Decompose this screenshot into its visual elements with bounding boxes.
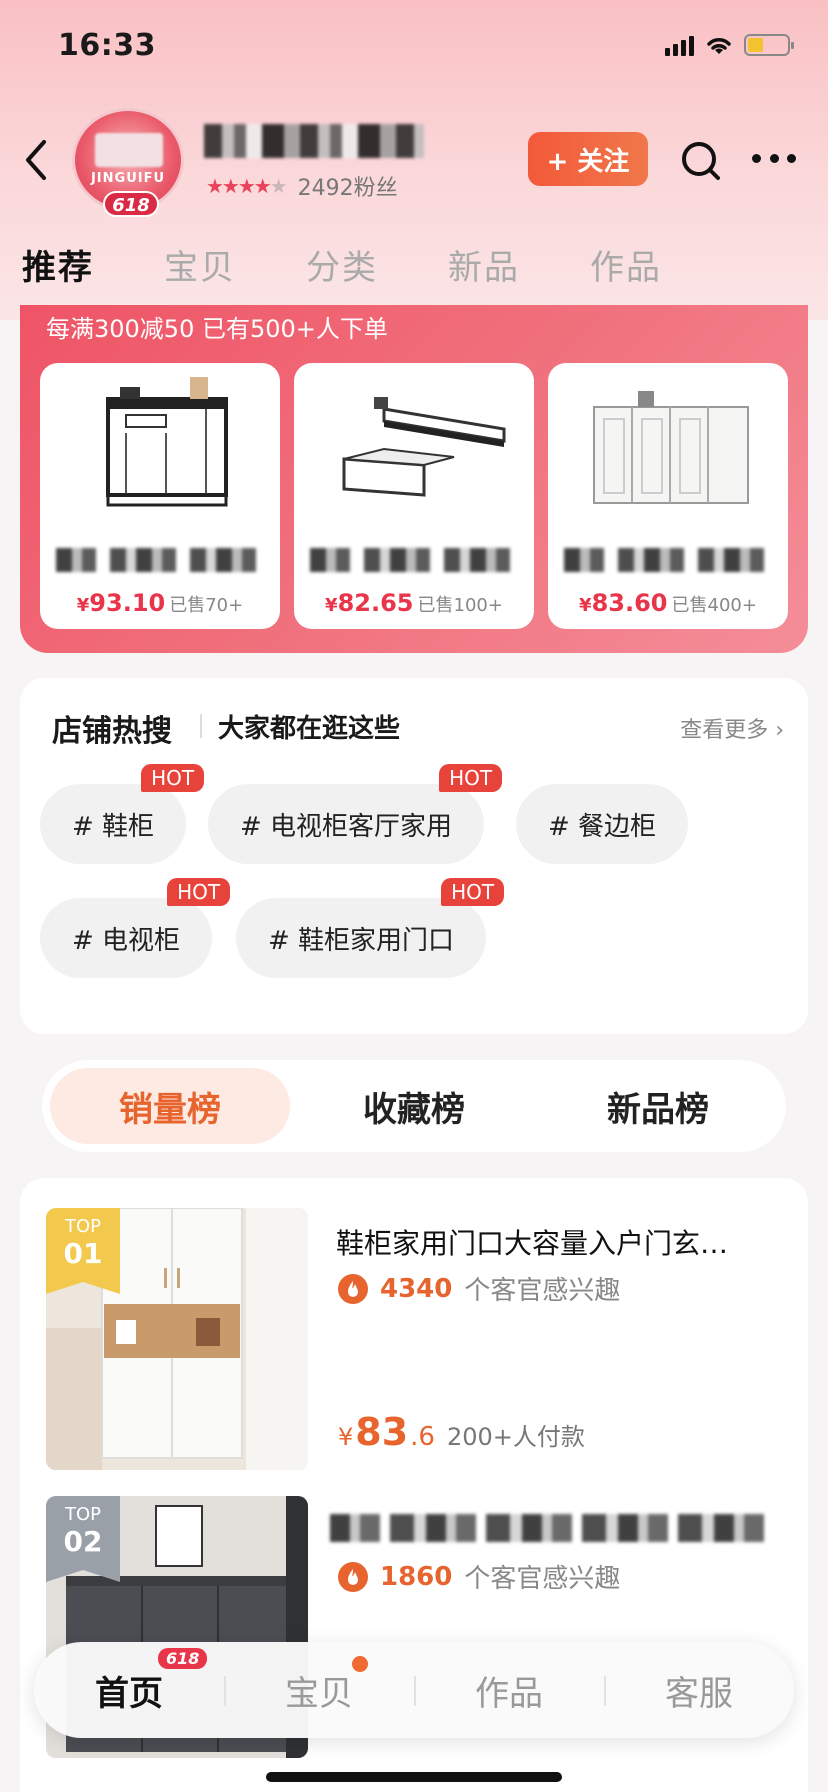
promo-items: ¥93.10 已售70+ ¥82.65 已售100+ ¥83.60 已售400+ bbox=[40, 363, 788, 629]
product-image: TOP 01 bbox=[46, 1208, 308, 1470]
hot-tag[interactable]: # 鞋柜家用门口 HOT bbox=[236, 878, 505, 978]
hot-badge: HOT bbox=[441, 878, 505, 906]
hot-search-subtitle: 大家都在逛这些 bbox=[218, 714, 401, 744]
shop-avatar[interactable]: JINGUIFU 618 bbox=[72, 108, 184, 217]
rank-badge: TOP 02 bbox=[46, 1496, 120, 1582]
hot-search-title: 店铺热搜 bbox=[52, 714, 172, 749]
avatar-logo-text: JINGUIFU bbox=[90, 171, 166, 186]
interest-row: 1860 个客官感兴趣 bbox=[338, 1558, 620, 1595]
promo-title: 每满300减50 已有500+人下单 bbox=[46, 315, 388, 343]
product-image-tv-stand bbox=[342, 397, 506, 497]
more-icon[interactable] bbox=[752, 154, 796, 166]
hot-tag[interactable]: # 电视柜客厅家用 HOT bbox=[208, 764, 503, 864]
avatar-logo-image bbox=[95, 133, 163, 167]
tab-items[interactable]: 宝贝 bbox=[164, 240, 236, 289]
product-image-sideboard bbox=[593, 391, 749, 504]
back-icon[interactable] bbox=[18, 130, 58, 190]
promo-item-price: ¥93.10 已售70+ bbox=[76, 589, 244, 617]
bottom-nav: 首页 618 宝贝 作品 客服 bbox=[34, 1642, 794, 1738]
tab-sales-rank[interactable]: 销量榜 bbox=[50, 1068, 290, 1144]
shop-rating-row: ★★★★★ 2492粉丝 bbox=[206, 170, 398, 202]
promo-item-name-redacted bbox=[56, 548, 260, 572]
home-indicator bbox=[266, 1772, 562, 1782]
tab-new[interactable]: 新品 bbox=[448, 240, 520, 289]
rating-stars: ★★★★★ bbox=[206, 174, 288, 198]
promo-item[interactable]: ¥93.10 已售70+ bbox=[40, 363, 280, 629]
bottom-nav-service[interactable]: 客服 bbox=[604, 1642, 794, 1738]
tab-favorites-rank[interactable]: 收藏榜 bbox=[294, 1068, 534, 1144]
promo-card: 每满300减50 已有500+人下单 ¥93.10 已售70+ ¥82.65 已… bbox=[20, 305, 808, 653]
hot-badge: HOT bbox=[167, 878, 231, 906]
promo-item-name-redacted bbox=[310, 548, 514, 572]
bottom-nav-618-badge: 618 bbox=[158, 1648, 208, 1669]
product-title-redacted bbox=[330, 1514, 770, 1542]
status-icons bbox=[665, 34, 794, 56]
tab-new-rank[interactable]: 新品榜 bbox=[538, 1068, 778, 1144]
hot-badge: HOT bbox=[141, 764, 205, 792]
search-icon[interactable] bbox=[680, 140, 722, 182]
shop-nav-tabs: 推荐 宝贝 分类 新品 作品 bbox=[22, 240, 662, 289]
see-more-link[interactable]: 查看更多 › bbox=[680, 712, 784, 744]
battery-icon bbox=[744, 34, 794, 56]
bottom-nav-items[interactable]: 宝贝 bbox=[224, 1642, 414, 1738]
product-title: 鞋柜家用门口大容量入户门玄… bbox=[336, 1227, 729, 1260]
hot-tag[interactable]: # 餐边柜 bbox=[516, 784, 689, 864]
interest-row: 4340 个客官感兴趣 bbox=[338, 1270, 620, 1307]
bottom-nav-works[interactable]: 作品 bbox=[414, 1642, 604, 1738]
notification-dot bbox=[352, 1656, 368, 1672]
fans-count: 2492粉丝 bbox=[297, 176, 398, 201]
fire-icon bbox=[338, 1561, 368, 1592]
hot-tag[interactable]: # 电视柜 HOT bbox=[40, 878, 231, 978]
promo-item-price: ¥82.65 已售100+ bbox=[325, 589, 503, 617]
wifi-icon bbox=[707, 38, 731, 54]
promo-item[interactable]: ¥83.60 已售400+ bbox=[548, 363, 788, 629]
fire-icon bbox=[338, 1273, 368, 1304]
hot-badge: HOT bbox=[439, 764, 503, 792]
tab-works[interactable]: 作品 bbox=[590, 240, 662, 289]
promo-item-name-redacted bbox=[564, 548, 768, 572]
divider bbox=[200, 714, 202, 738]
shop-name-redacted bbox=[204, 124, 424, 158]
rank-badge: TOP 01 bbox=[46, 1208, 120, 1294]
promo-item-price: ¥83.60 已售400+ bbox=[579, 589, 757, 617]
promo-item[interactable]: ¥82.65 已售100+ bbox=[294, 363, 534, 629]
ranking-tabs: 销量榜 收藏榜 新品榜 bbox=[42, 1060, 786, 1152]
product-price: ¥83.6 200+人付款 bbox=[338, 1410, 585, 1454]
signal-icon bbox=[665, 34, 694, 56]
avatar-618-badge: 618 bbox=[103, 191, 159, 217]
tab-recommend[interactable]: 推荐 bbox=[22, 240, 94, 289]
product-image-cabinet bbox=[106, 377, 228, 507]
follow-button[interactable]: + 关注 bbox=[528, 132, 648, 186]
hot-tag[interactable]: # 鞋柜 HOT bbox=[40, 764, 205, 864]
tab-category[interactable]: 分类 bbox=[306, 240, 378, 289]
hot-search-card: 店铺热搜 大家都在逛这些 查看更多 › # 鞋柜 HOT # 电视柜客厅家用 H… bbox=[20, 678, 808, 1034]
status-time: 16:33 bbox=[58, 28, 156, 63]
